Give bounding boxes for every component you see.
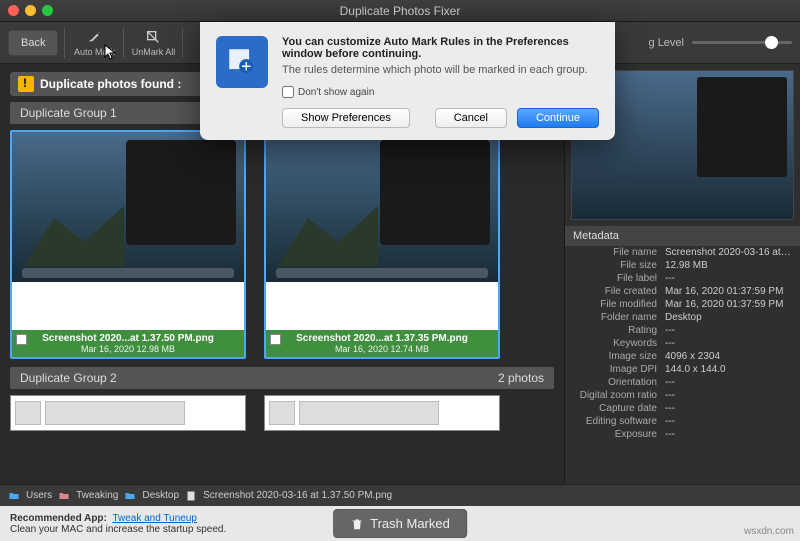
matching-level: g Level xyxy=(649,37,792,49)
matching-level-label: g Level xyxy=(649,37,684,49)
folder-icon xyxy=(124,490,136,502)
wand-icon xyxy=(86,29,102,45)
crumb-file: Screenshot 2020-03-16 at 1.37.50 PM.png xyxy=(203,490,392,501)
footer: Recommended App: Tweak and Tuneup Clean … xyxy=(0,506,800,541)
thumb-meta: Mar 16, 2020 12.98 MB xyxy=(16,344,240,354)
metadata-header: Metadata xyxy=(565,226,800,246)
meta-row: Image size4096 x 2304 xyxy=(565,350,800,363)
dialog-buttons: Show Preferences Cancel Continue xyxy=(282,108,599,128)
crumb[interactable]: Desktop xyxy=(142,490,179,501)
continue-button[interactable]: Continue xyxy=(517,108,599,128)
thumb-caption: Screenshot 2020...at 1.37.35 PM.png Mar … xyxy=(266,330,498,357)
thumb-filename: Screenshot 2020...at 1.37.50 PM.png xyxy=(16,333,240,344)
recommended-app: Recommended App: Tweak and Tuneup Clean … xyxy=(10,513,226,535)
group-2-thumbs xyxy=(10,395,554,431)
found-label: Duplicate photos found : xyxy=(40,77,181,91)
meta-row: Image DPI144.0 x 144.0 xyxy=(565,363,800,376)
meta-row: Digital zoom ratio--- xyxy=(565,389,800,402)
dont-show-label: Don't show again xyxy=(298,87,374,98)
recommended-sub: Clean your MAC and increase the startup … xyxy=(10,524,226,535)
meta-row: File nameScreenshot 2020-03-16 at 1... xyxy=(565,246,800,259)
group-1-thumbs: Screenshot 2020...at 1.37.50 PM.png Mar … xyxy=(10,130,554,359)
dont-show-checkbox[interactable]: Don't show again xyxy=(282,86,599,98)
thumb-image xyxy=(12,132,244,282)
folder-icon xyxy=(8,490,20,502)
thumb-caption: Screenshot 2020...at 1.37.50 PM.png Mar … xyxy=(12,330,244,357)
back-button[interactable]: Back xyxy=(8,30,58,56)
group-2-count: 2 photos xyxy=(498,371,544,385)
dialog-text: You can customize Auto Mark Rules in the… xyxy=(282,36,599,128)
window-title: Duplicate Photos Fixer xyxy=(0,4,800,18)
recommended-link[interactable]: Tweak and Tuneup xyxy=(112,513,197,524)
meta-row: File modifiedMar 16, 2020 01:37:59 PM xyxy=(565,298,800,311)
file-icon xyxy=(185,490,197,502)
checkbox-input[interactable] xyxy=(282,86,294,98)
dialog-heading: You can customize Auto Mark Rules in the… xyxy=(282,36,599,60)
cancel-button[interactable]: Cancel xyxy=(435,108,507,128)
thumb-card[interactable] xyxy=(10,395,246,431)
meta-row: Keywords--- xyxy=(565,337,800,350)
thumb-card[interactable]: Screenshot 2020...at 1.37.50 PM.png Mar … xyxy=(10,130,246,359)
meta-row: File createdMar 16, 2020 01:37:59 PM xyxy=(565,285,800,298)
watermark: wsxdn.com xyxy=(744,526,794,537)
meta-row: Orientation--- xyxy=(565,376,800,389)
crumb[interactable]: Tweaking xyxy=(76,490,118,501)
crumb[interactable]: Users xyxy=(26,490,52,501)
meta-row: Editing software--- xyxy=(565,415,800,428)
meta-row: File size12.98 MB xyxy=(565,259,800,272)
group-2-title: Duplicate Group 2 xyxy=(20,371,117,385)
trash-marked-button[interactable]: Trash Marked xyxy=(333,509,467,538)
warning-icon xyxy=(18,76,34,92)
unmarkall-button[interactable]: UnMark All xyxy=(130,29,176,57)
meta-row: Folder nameDesktop xyxy=(565,311,800,324)
breadcrumb: Users Tweaking Desktop Screenshot 2020-0… xyxy=(0,484,800,506)
folder-icon xyxy=(58,490,70,502)
show-preferences-button[interactable]: Show Preferences xyxy=(282,108,410,128)
unmark-icon xyxy=(145,29,161,45)
thumb-filename: Screenshot 2020...at 1.37.35 PM.png xyxy=(270,333,494,344)
thumb-card[interactable] xyxy=(264,395,500,431)
titlebar: Duplicate Photos Fixer xyxy=(0,0,800,22)
group-1-title: Duplicate Group 1 xyxy=(20,106,117,120)
separator xyxy=(64,28,65,58)
separator xyxy=(182,28,183,58)
automark-dialog: You can customize Auto Mark Rules in the… xyxy=(200,22,615,140)
separator xyxy=(123,28,124,58)
recommended-label: Recommended App: xyxy=(10,513,107,524)
meta-row: File label--- xyxy=(565,272,800,285)
metadata-table: File nameScreenshot 2020-03-16 at 1... F… xyxy=(565,246,800,484)
meta-row: Capture date--- xyxy=(565,402,800,415)
automark-button[interactable]: Auto Mark xyxy=(71,29,117,57)
matching-level-slider[interactable] xyxy=(692,41,792,44)
trash-label: Trash Marked xyxy=(370,516,450,531)
trash-icon xyxy=(350,517,364,531)
thumb-image xyxy=(266,132,498,282)
unmarkall-label: UnMark All xyxy=(132,47,176,57)
thumb-card[interactable]: Screenshot 2020...at 1.37.35 PM.png Mar … xyxy=(264,130,500,359)
thumb-meta: Mar 16, 2020 12.74 MB xyxy=(270,344,494,354)
meta-row: Rating--- xyxy=(565,324,800,337)
group-2-header: Duplicate Group 2 2 photos xyxy=(10,367,554,389)
automark-label: Auto Mark xyxy=(74,47,115,57)
app-icon xyxy=(216,36,268,88)
meta-row: Exposure--- xyxy=(565,428,800,441)
dialog-subtext: The rules determine which photo will be … xyxy=(282,64,599,76)
